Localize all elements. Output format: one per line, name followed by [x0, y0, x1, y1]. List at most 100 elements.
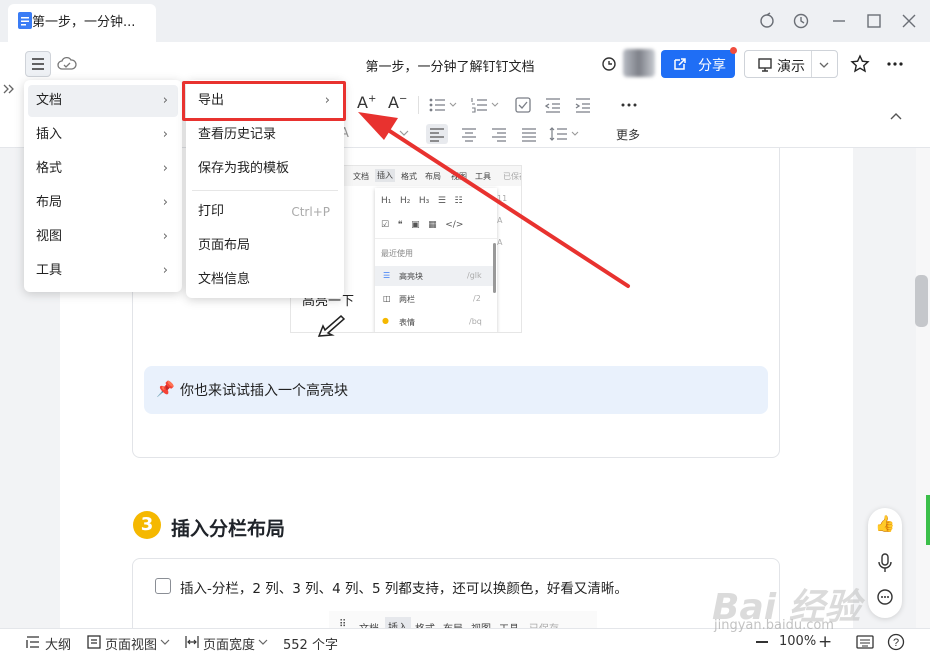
menu-item-doc-info[interactable]: 文档信息 [190, 264, 340, 296]
increase-font-icon[interactable]: A+ [357, 93, 376, 112]
page-view-label[interactable]: 页面视图 [105, 634, 157, 653]
task-checkbox[interactable] [155, 578, 171, 594]
share-icon [674, 58, 686, 70]
checkbox-icon[interactable] [514, 96, 532, 114]
inner-menu-item: 视图 [471, 620, 491, 628]
justify-icon[interactable] [518, 124, 540, 144]
handdrawn-arrow-icon [315, 312, 347, 340]
align-center-icon[interactable] [458, 124, 480, 144]
chevron-right-icon: › [162, 263, 168, 278]
menu-item-tools[interactable]: 工具 › [28, 255, 178, 287]
menu-item-label: 文档信息 [198, 272, 251, 287]
more-format-icon[interactable] [620, 96, 638, 114]
page-width-icon[interactable] [184, 634, 200, 650]
sync-icon[interactable] [757, 11, 777, 31]
line-spacing-icon[interactable] [548, 124, 584, 144]
menu-item-layout[interactable]: 布局 › [28, 187, 178, 219]
page-width-label[interactable]: 页面宽度 [203, 634, 255, 653]
help-icon[interactable]: ? [887, 633, 905, 651]
highlight-block[interactable]: 📌 你也来试试插入一个高亮块 [144, 366, 768, 414]
floating-toolbar: 👍 [868, 508, 902, 618]
present-icon [758, 58, 772, 72]
inner-item-label: 两栏 [399, 295, 415, 304]
highlight-text: 你也来试试插入一个高亮块 [180, 383, 348, 399]
menu-item-save-template[interactable]: 保存为我的模板 [190, 153, 340, 185]
outdent-icon[interactable] [544, 96, 562, 114]
inner-menu-item: 工具 [499, 620, 519, 628]
main-menu-button[interactable] [25, 51, 51, 77]
outline-label[interactable]: 大纲 [45, 634, 71, 653]
page-view-icon[interactable] [86, 634, 102, 650]
more-options-icon[interactable] [886, 54, 904, 74]
chevron-right-icon: › [162, 161, 168, 176]
inner-menu-item: 插入 [375, 169, 395, 182]
main-menu: 文档 › 插入 › 格式 › 布局 › 视图 › 工具 › [24, 80, 182, 292]
zoom-level[interactable]: 100% [779, 634, 816, 649]
star-icon[interactable] [850, 54, 870, 74]
menu-item-label: 打印 [198, 204, 225, 219]
comment-icon[interactable] [876, 588, 894, 606]
menu-item-format[interactable]: 格式 › [28, 153, 178, 185]
menu-item-document[interactable]: 文档 › [28, 85, 178, 117]
keyboard-icon[interactable] [856, 634, 874, 650]
present-button[interactable]: 演示 [744, 50, 838, 78]
collapse-toolbar-icon[interactable] [889, 110, 903, 122]
close-icon[interactable] [899, 11, 919, 31]
inner-menu-item: 布局 [443, 620, 463, 628]
menu-item-view[interactable]: 视图 › [28, 221, 178, 253]
bullet-list-icon[interactable] [428, 96, 460, 114]
tab-title: 第一步，一分钟... [32, 15, 136, 30]
inner-item-shortcut: /glk [467, 271, 482, 280]
menu-item-label: 查看历史记录 [198, 127, 277, 142]
inner-menu-item: 格式 [415, 620, 435, 628]
scrollbar-thumb[interactable] [915, 275, 928, 327]
menu-item-print[interactable]: 打印 Ctrl+P [190, 196, 340, 228]
align-left-icon[interactable] [426, 124, 448, 144]
outline-icon[interactable] [25, 634, 41, 650]
maximize-icon[interactable] [864, 11, 884, 31]
chevron-down-icon[interactable] [398, 128, 410, 138]
svg-text:?: ? [893, 637, 899, 649]
inner-recent-label: 最近使用 [381, 249, 413, 258]
menu-item-shortcut: Ctrl+P [291, 205, 330, 219]
inner-menu-item: 已保存 [503, 172, 521, 181]
menu-item-label: 工具 [36, 263, 63, 278]
vertical-scrollbar[interactable] [916, 148, 930, 628]
expand-sidebar-icon[interactable] [0, 80, 18, 98]
microphone-icon[interactable] [877, 552, 893, 574]
chevron-right-icon: › [162, 195, 168, 210]
chevron-down-icon[interactable] [258, 637, 268, 647]
menu-item-label: 页面布局 [198, 238, 251, 253]
chevron-right-icon: › [162, 229, 168, 244]
task-text: 插入-分栏，2 列、3 列、4 列、5 列都支持，还可以换颜色，好看又清晰。 [180, 581, 628, 597]
zoom-out-icon[interactable] [756, 641, 768, 643]
menu-item-label: 视图 [36, 229, 63, 244]
menu-item-label: 布局 [36, 195, 63, 210]
refresh-icon[interactable] [600, 55, 618, 73]
history-icon[interactable] [791, 11, 811, 31]
more-format-label: 更多 [616, 128, 641, 142]
menu-item-history[interactable]: 查看历史记录 [190, 119, 340, 151]
inner-item-label: 表情 [399, 318, 415, 327]
minimize-icon[interactable] [829, 11, 849, 31]
inner-menu-item: 视图 [451, 172, 467, 181]
thumbs-up-icon[interactable]: 👍 [875, 514, 895, 533]
inner-menu-item: 文档 [359, 620, 379, 628]
zoom-in-icon[interactable]: + [818, 634, 832, 651]
chevron-down-icon[interactable] [819, 60, 829, 70]
avatar[interactable] [623, 49, 655, 77]
numbered-list-icon[interactable] [470, 96, 502, 114]
menu-item-page-layout[interactable]: 页面布局 [190, 230, 340, 262]
grid-icon: ⠿ [339, 619, 347, 628]
chevron-down-icon[interactable] [160, 637, 170, 647]
indent-icon[interactable] [574, 96, 592, 114]
inner-menu-item: 插入 [385, 617, 411, 628]
section-number-badge: 3 [133, 511, 161, 539]
share-button[interactable]: 分享 [661, 50, 735, 78]
menu-item-insert[interactable]: 插入 › [28, 119, 178, 151]
align-right-icon[interactable] [488, 124, 510, 144]
present-label: 演示 [777, 59, 805, 75]
decrease-font-icon[interactable]: A− [388, 93, 407, 112]
inner-menu-item: 文档 [353, 172, 369, 181]
word-count: 552 个字 [283, 638, 338, 653]
